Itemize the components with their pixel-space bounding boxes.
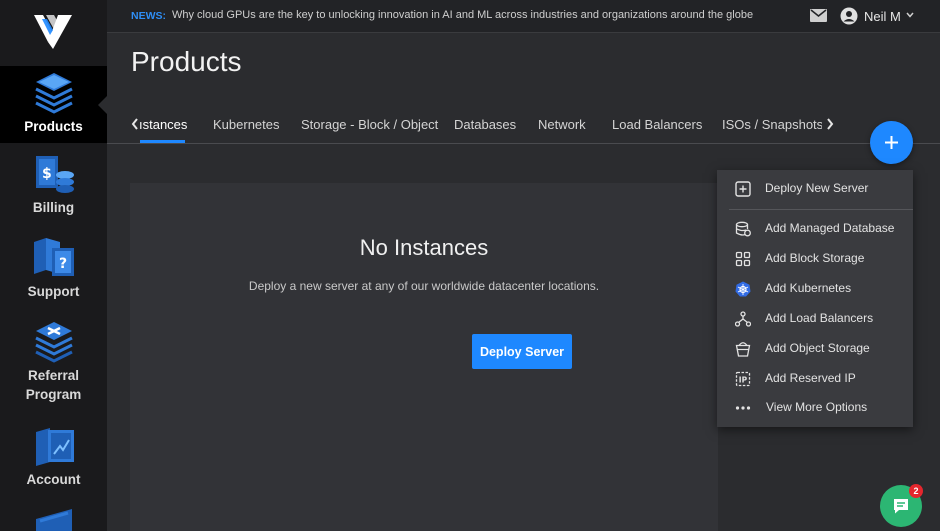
- svg-text:IP: IP: [739, 375, 748, 384]
- tab-network[interactable]: Network: [538, 117, 586, 132]
- add-product-button[interactable]: [870, 121, 913, 164]
- sidebar-item-referral-program[interactable]: Referral Program: [0, 320, 107, 412]
- tab-kubernetes[interactable]: Kubernetes: [213, 117, 280, 132]
- sidebar-item-support[interactable]: ? Support: [0, 236, 107, 310]
- tab-databases[interactable]: Databases: [454, 117, 516, 132]
- active-indicator: [98, 96, 107, 114]
- sidebar-item-label: Products: [24, 119, 83, 134]
- menu-item-add-managed-database[interactable]: Add Managed Database: [717, 215, 913, 243]
- svg-text:$: $: [42, 166, 52, 182]
- menu-item-label: Add Load Balancers: [765, 311, 874, 325]
- news-link[interactable]: Why cloud GPUs are the key to unlocking …: [172, 9, 753, 21]
- sidebar: Products $ Billing ? Support Referral Pr…: [0, 0, 107, 531]
- mail-icon[interactable]: [810, 9, 827, 22]
- vultr-logo-icon[interactable]: [34, 15, 72, 49]
- plus-icon: [885, 136, 898, 149]
- more-dots-icon: [735, 406, 751, 410]
- chevron-down-icon[interactable]: [906, 12, 914, 18]
- menu-item-label: Add Object Storage: [765, 341, 870, 355]
- sidebar-item-label: Billing: [32, 200, 75, 215]
- menu-item-label: Add Managed Database: [765, 221, 895, 235]
- products-icon: [34, 73, 73, 114]
- sidebar-item-label-line1: Referral: [27, 368, 80, 383]
- sidebar-item-products[interactable]: Products: [0, 66, 107, 143]
- ip-icon: IP: [735, 371, 751, 387]
- referral-icon: [34, 322, 73, 363]
- active-tab-underline: [140, 140, 185, 143]
- sidebar-item-label: Account: [26, 472, 81, 487]
- menu-item-add-block-storage[interactable]: Add Block Storage: [717, 245, 913, 273]
- grid-blocks-icon: [735, 251, 751, 267]
- empty-state-subtitle: Deploy a new server at any of our worldw…: [248, 279, 600, 293]
- top-bar: NEWS: Why cloud GPUs are the key to unlo…: [107, 0, 940, 33]
- sidebar-item-account[interactable]: Account: [0, 424, 107, 498]
- tab-instances[interactable]: ıstances: [139, 117, 187, 132]
- tab-storage[interactable]: Storage - Block / Object: [301, 117, 438, 132]
- bucket-icon: [735, 342, 751, 357]
- menu-item-add-kubernetes[interactable]: Add Kubernetes: [717, 275, 913, 303]
- chat-icon: [894, 499, 908, 514]
- menu-item-label: Add Reserved IP: [765, 371, 856, 385]
- plus-square-icon: [735, 181, 751, 197]
- menu-divider: [729, 209, 913, 210]
- menu-item-add-object-storage[interactable]: Add Object Storage: [717, 335, 913, 363]
- tab-scroll-right-icon[interactable]: [825, 117, 835, 131]
- load-balancer-icon: [735, 311, 751, 327]
- chat-notification-badge: 2: [909, 484, 923, 498]
- tab-isos-snapshots[interactable]: ISOs / Snapshots / :: [722, 117, 822, 132]
- instances-panel: No Instances Deploy a new server at any …: [130, 183, 718, 531]
- menu-item-label: Add Block Storage: [765, 251, 865, 265]
- menu-item-add-load-balancers[interactable]: Add Load Balancers: [717, 305, 913, 333]
- account-icon: [35, 428, 74, 466]
- billing-icon: $: [35, 156, 74, 193]
- news-tag: NEWS:: [131, 10, 166, 22]
- sidebar-item-label-line2: Program: [25, 387, 82, 402]
- user-name[interactable]: Neil M: [864, 9, 901, 24]
- menu-item-label: Add Kubernetes: [765, 281, 852, 295]
- menu-item-label: Deploy New Server: [765, 181, 869, 195]
- menu-item-view-more-options[interactable]: View More Options: [717, 394, 913, 422]
- sidebar-item-billing[interactable]: $ Billing: [0, 152, 107, 226]
- database-icon: [735, 221, 751, 237]
- tab-load-balancers[interactable]: Load Balancers: [612, 117, 702, 132]
- menu-item-label: View More Options: [766, 400, 868, 414]
- empty-state-title: No Instances: [359, 235, 489, 260]
- add-product-menu: Deploy New Server Add Managed Database A…: [717, 170, 913, 427]
- kubernetes-icon: [735, 281, 751, 297]
- sidebar-more-icon: [36, 509, 72, 531]
- product-tabs: ıstances Kubernetes Storage - Block / Ob…: [107, 108, 940, 144]
- sidebar-item-label: Support: [27, 284, 80, 299]
- deploy-server-button[interactable]: Deploy Server: [472, 334, 572, 369]
- svg-text:?: ?: [59, 256, 67, 272]
- menu-item-deploy-new-server[interactable]: Deploy New Server: [717, 175, 913, 203]
- support-icon: ?: [33, 238, 74, 276]
- page-title: Products: [131, 46, 242, 77]
- menu-item-add-reserved-ip[interactable]: IP Add Reserved IP: [717, 365, 913, 393]
- user-avatar-icon[interactable]: [840, 7, 858, 25]
